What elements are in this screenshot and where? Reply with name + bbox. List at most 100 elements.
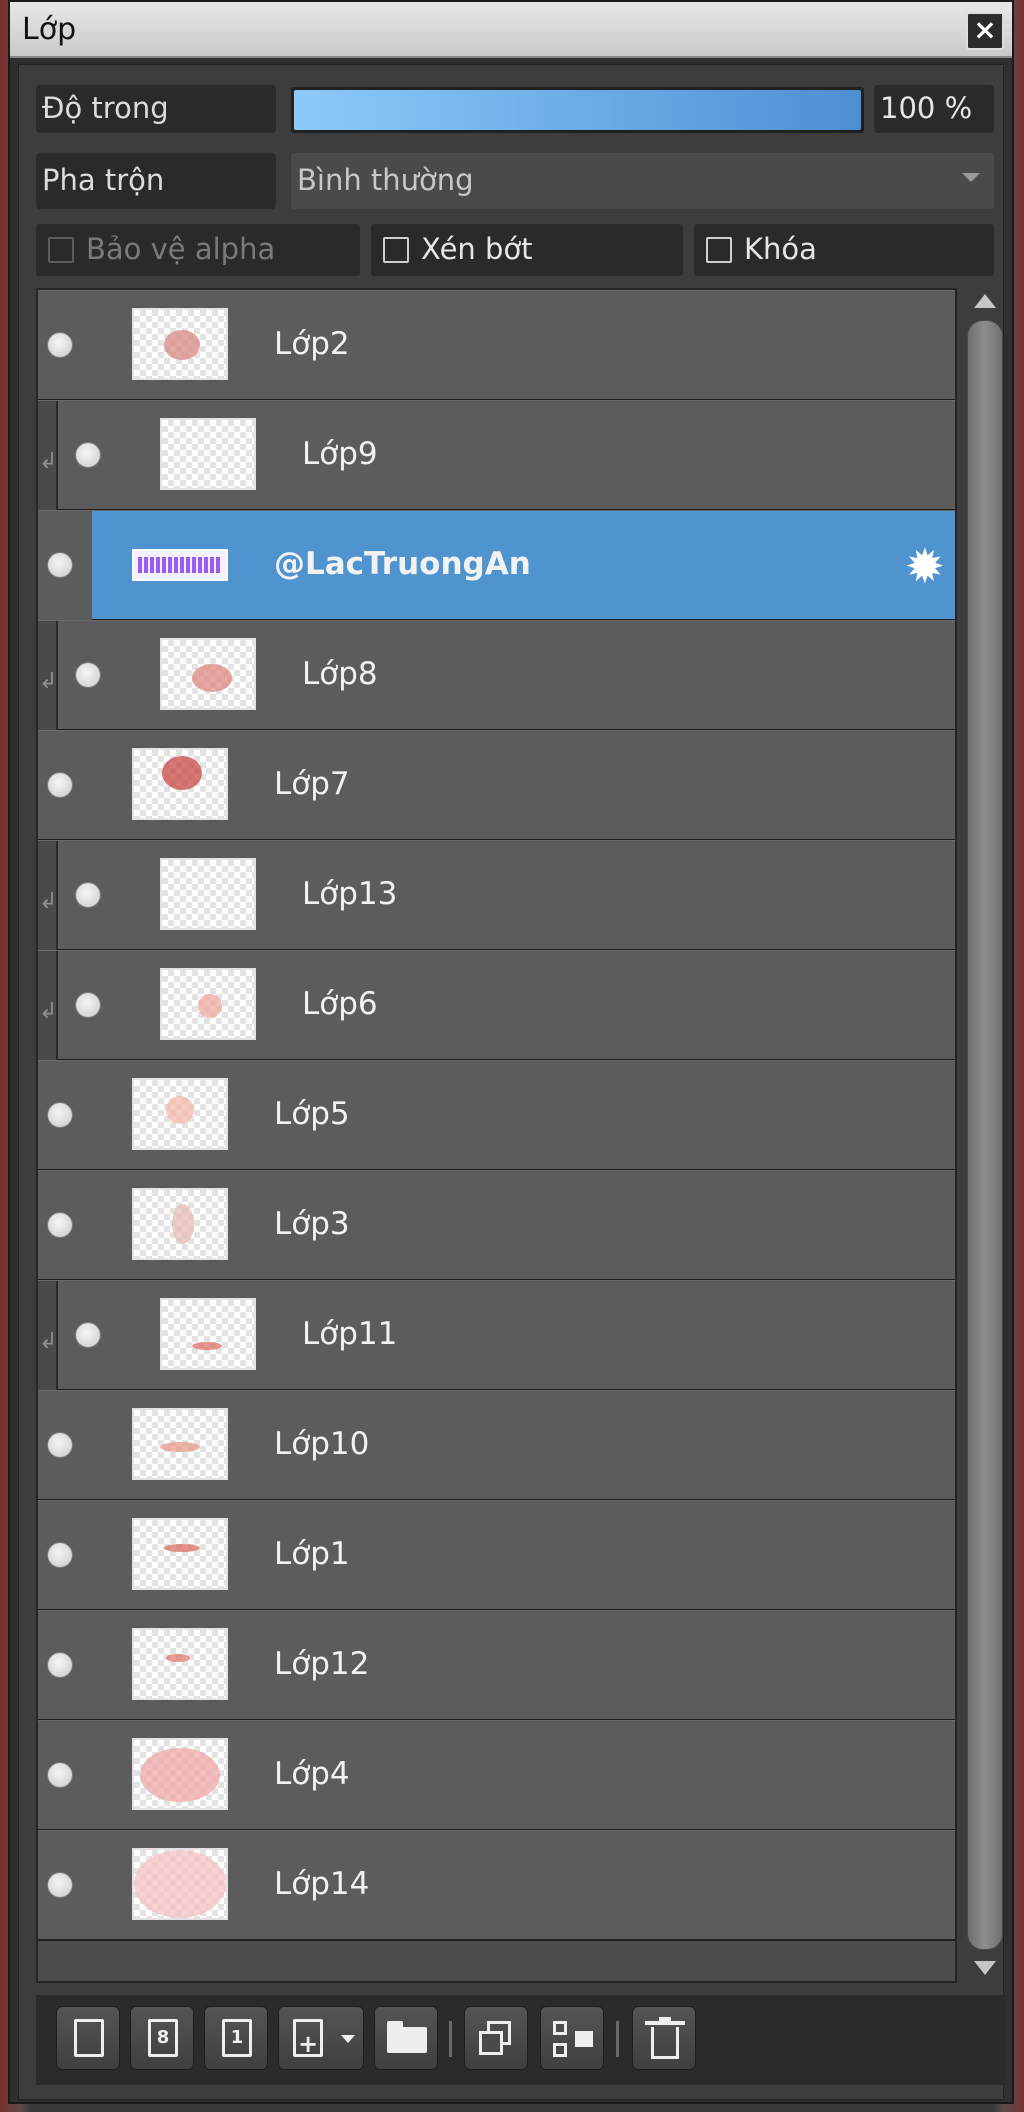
new-8bit-layer-button[interactable]: 8	[130, 2006, 194, 2070]
layer-row[interactable]: Lớp5	[38, 1060, 955, 1171]
layer-name: Lớp8	[302, 656, 378, 692]
clip-arrow-icon: ↲	[39, 889, 58, 914]
clipping-indicator: ↲	[38, 951, 58, 1060]
protect-alpha-checkbox[interactable]: Bảo vệ alpha	[36, 224, 360, 276]
layer-row[interactable]: ↲ Lớp9	[38, 400, 955, 511]
new-1bit-layer-button[interactable]: 1	[204, 2006, 268, 2070]
visibility-icon[interactable]	[76, 1323, 100, 1347]
layer-list-scrollbar[interactable]	[965, 288, 1005, 1983]
layer-row[interactable]: Lớp3	[38, 1170, 955, 1281]
blend-mode-value: Bình thường	[297, 163, 474, 197]
layer-row[interactable]: ↲ Lớp8	[38, 620, 955, 731]
close-icon: ×	[973, 13, 997, 46]
layer-name: Lớp5	[274, 1096, 350, 1132]
glyph-plus: +	[297, 2030, 319, 2058]
layer-list[interactable]: Lớp2 ↲ Lớp9 @LacTruongAn ✹ ↲ Lớp8 Lớp7 ↲ Lớp13 ↲ Lớ…	[36, 288, 957, 1983]
merge-layer-button[interactable]	[540, 2006, 604, 2070]
trash-icon	[651, 2027, 679, 2059]
chevron-down-icon	[962, 173, 980, 182]
opacity-value[interactable]: 100 %	[874, 85, 994, 133]
visibility-icon[interactable]	[48, 333, 72, 357]
new-folder-button[interactable]	[374, 2006, 438, 2070]
merge-layer-icon	[553, 2021, 567, 2035]
clip-arrow-icon: ↲	[39, 669, 58, 694]
folder-icon	[387, 2021, 427, 2053]
layer-thumbnail	[160, 1298, 256, 1370]
layer-thumbnail	[160, 638, 256, 710]
opacity-slider-fill	[294, 90, 861, 130]
layer-name: Lớp4	[274, 1756, 350, 1792]
layer-name: Lớp10	[274, 1426, 370, 1462]
visibility-icon[interactable]	[48, 1213, 72, 1237]
layer-name: Lớp6	[302, 986, 378, 1022]
layer-thumbnail	[160, 968, 256, 1040]
toolbar-separator	[449, 2021, 452, 2057]
visibility-icon[interactable]	[48, 1873, 72, 1897]
new-1bit-layer-icon: 1	[222, 2019, 252, 2057]
clipping-indicator: ↲	[38, 621, 58, 730]
add-layer-menu-icon: +	[293, 2019, 323, 2057]
scroll-up-icon[interactable]	[974, 294, 996, 308]
visibility-icon[interactable]	[76, 883, 100, 907]
layer-row[interactable]: @LacTruongAn ✹	[38, 510, 955, 621]
scrollbar-thumb[interactable]	[967, 320, 1003, 1950]
layer-panel-window: Lớp × Độ trong 100 % Pha trộn Bình thườn…	[8, 0, 1014, 2104]
visibility-icon[interactable]	[76, 443, 100, 467]
layer-thumbnail	[132, 549, 228, 581]
visibility-icon[interactable]	[48, 1543, 72, 1567]
clipping-label: Xén bớt	[421, 232, 533, 266]
layer-thumbnail	[132, 1188, 228, 1260]
duplicate-layer-button[interactable]	[464, 2006, 528, 2070]
delete-layer-button[interactable]	[632, 2006, 696, 2070]
add-layer-menu-button[interactable]: +	[278, 2006, 364, 2070]
close-button[interactable]: ×	[966, 12, 1004, 50]
clip-arrow-icon: ↲	[39, 999, 58, 1024]
layer-row[interactable]: Lớp7	[38, 730, 955, 841]
visibility-icon[interactable]	[48, 1103, 72, 1127]
visibility-icon[interactable]	[48, 1763, 72, 1787]
layer-thumbnail	[132, 1738, 228, 1810]
toolbar-separator	[616, 2021, 619, 2057]
blend-mode-select[interactable]: Bình thường	[291, 153, 994, 209]
layer-thumbnail	[160, 858, 256, 930]
window-title: Lớp	[22, 12, 77, 47]
clip-arrow-icon: ↲	[39, 449, 58, 474]
layer-row[interactable]: Lớp14	[38, 1830, 955, 1941]
layer-row[interactable]: Lớp12	[38, 1610, 955, 1721]
layer-row[interactable]: ↲ Lớp6	[38, 950, 955, 1061]
glyph-1: 1	[230, 2027, 244, 2048]
layer-name: Lớp1	[274, 1536, 350, 1572]
visibility-icon[interactable]	[48, 1653, 72, 1677]
layer-thumbnail	[132, 308, 228, 380]
opacity-label: Độ trong	[36, 85, 276, 133]
layer-toolbar: 8 1 +	[36, 1995, 1005, 2085]
checkbox-icon	[706, 237, 732, 263]
layer-name: Lớp12	[274, 1646, 370, 1682]
window-background: Lớp × Độ trong 100 % Pha trộn Bình thườn…	[0, 0, 1024, 2112]
layer-thumbnail	[132, 748, 228, 820]
visibility-icon[interactable]	[48, 553, 72, 577]
title-bar[interactable]: Lớp ×	[10, 2, 1012, 58]
visibility-icon[interactable]	[48, 773, 72, 797]
layer-panel: Độ trong 100 % Pha trộn Bình thường Bảo …	[18, 64, 1005, 2100]
gear-icon[interactable]: ✹	[905, 543, 945, 591]
layer-row[interactable]: Lớp2	[38, 290, 955, 401]
layer-row[interactable]: ↲ Lớp11	[38, 1280, 955, 1391]
visibility-icon[interactable]	[76, 993, 100, 1017]
scroll-down-icon[interactable]	[974, 1961, 996, 1975]
layer-row[interactable]: ↲ Lớp13	[38, 840, 955, 951]
visibility-icon[interactable]	[48, 1433, 72, 1457]
clipping-checkbox[interactable]: Xén bớt	[371, 224, 683, 276]
lock-label: Khóa	[744, 232, 817, 266]
new-layer-button[interactable]	[56, 2006, 120, 2070]
layer-row[interactable]: Lớp10	[38, 1390, 955, 1501]
layer-name: Lớp3	[274, 1206, 350, 1242]
layer-row[interactable]: Lớp4	[38, 1720, 955, 1831]
opacity-slider[interactable]	[291, 87, 864, 133]
layer-thumbnail	[132, 1408, 228, 1480]
layer-name: Lớp9	[302, 436, 378, 472]
protect-alpha-label: Bảo vệ alpha	[86, 232, 276, 266]
lock-checkbox[interactable]: Khóa	[694, 224, 994, 276]
layer-row[interactable]: Lớp1	[38, 1500, 955, 1611]
visibility-icon[interactable]	[76, 663, 100, 687]
